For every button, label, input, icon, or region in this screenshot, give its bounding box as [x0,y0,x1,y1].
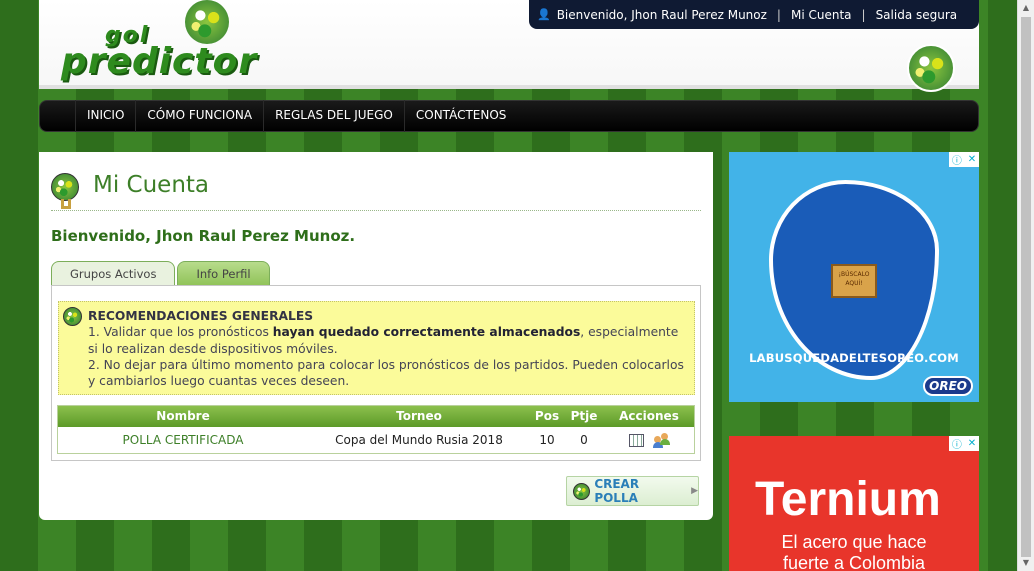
ternium-logo: Ternium [755,473,941,526]
scroll-up-icon[interactable]: ▲ [1018,0,1034,16]
my-account-link[interactable]: Mi Cuenta [791,8,852,22]
col-ptje: Ptje [570,409,598,423]
ad-url-text: LABUSQUEDADELTESOREO.COM [749,351,959,365]
notice-line1: 1. Validar que los pronósticos hayan que… [88,325,679,356]
scroll-down-icon[interactable]: ▼ [1018,555,1034,571]
ad-choices[interactable]: ⓘ ✕ [949,436,979,451]
separator: | [776,7,781,22]
page-title-row: Mi Cuenta [51,172,701,211]
col-torneo: Torneo [396,409,442,423]
close-icon[interactable]: ✕ [968,438,976,449]
group-pos: 10 [539,433,555,447]
user-icon: 👤 [537,8,551,21]
groups-table: Nombre Torneo Pos Ptje Acciones POLLA CE… [57,405,695,454]
nav-item-reglas[interactable]: REGLAS DEL JUEGO [263,100,404,132]
oreo-logo: OREO [923,376,973,396]
group-tournament: Copa del Mundo Rusia 2018 [335,433,503,447]
tab-grupos-activos[interactable]: Grupos Activos [51,261,176,286]
create-pool-label: CREAR POLLA [594,477,640,505]
ad-banner-ternium[interactable]: Ternium El acero que hace fuerte a Colom… [729,436,979,571]
col-acciones: Acciones [619,409,679,423]
ad-choices[interactable]: ⓘ ✕ [949,152,979,167]
logo-line2: predictor [61,40,258,82]
user-bar: 👤 Bienvenido, Jhon Raul Perez Munoz | Mi… [529,0,979,29]
ad-sign: ¡BÚSCALO AQUÍ! [831,264,877,298]
ad-banner-oreo[interactable]: ¡BÚSCALO AQUÍ! LABUSQUEDADELTESOREO.COM … [729,152,979,402]
page-title: Mi Cuenta [93,172,210,198]
soccer-ball-icon [63,307,82,326]
welcome-user-text: Bienvenido, Jhon Raul Perez Munoz [556,7,767,22]
users-icon[interactable] [652,432,670,448]
tabs: Grupos Activos Info Perfil [51,261,270,286]
nav-item-como-funciona[interactable]: CÓMO FUNCIONA [135,100,263,132]
site-logo[interactable]: gol predictor [61,25,258,82]
group-ptje: 0 [580,433,588,447]
create-pool-button[interactable]: CREAR POLLA ▶ [566,476,699,506]
main-content: Mi Cuenta Bienvenido, Jhon Raul Perez Mu… [39,152,713,520]
trophy-ball-icon [51,173,79,209]
calendar-icon[interactable] [628,433,644,447]
nav-item-contactenos[interactable]: CONTÁCTENOS [403,100,518,132]
page-scrollbar[interactable]: ▲ ▼ [1017,0,1034,571]
notice-title: RECOMENDACIONES GENERALES [88,309,314,323]
ad-tagline: El acero que hace fuerte a Colombia [781,532,927,571]
scrollbar-thumb[interactable] [1021,17,1031,557]
soccer-ball-icon [573,482,590,500]
header-ball-icon [907,44,955,92]
main-nav: INICIO CÓMO FUNCIONA REGLAS DEL JUEGO CO… [39,100,979,132]
tab-panel: RECOMENDACIONES GENERALES 1. Validar que… [51,285,701,461]
welcome-message: Bienvenido, Jhon Raul Perez Munoz. [51,227,356,245]
recommendations-notice: RECOMENDACIONES GENERALES 1. Validar que… [58,301,695,395]
table-header: Nombre Torneo Pos Ptje Acciones [58,406,694,427]
group-name-link[interactable]: POLLA CERTIFICADA [58,427,308,453]
notice-line2: 2. No dejar para último momento para col… [88,357,684,389]
logout-link[interactable]: Salida segura [876,8,958,22]
info-icon[interactable]: ⓘ [952,152,962,167]
info-icon[interactable]: ⓘ [952,436,962,451]
col-pos: Pos [534,409,560,423]
col-nombre: Nombre [156,409,210,423]
separator: | [861,7,866,22]
tab-info-perfil[interactable]: Info Perfil [177,261,270,286]
logo-ball-icon [185,0,229,44]
table-row: POLLA CERTIFICADA Copa del Mundo Rusia 2… [58,427,694,453]
close-icon[interactable]: ✕ [968,154,976,165]
row-actions [604,427,694,453]
nav-item-inicio[interactable]: INICIO [75,100,135,132]
chevron-right-icon: ▶ [691,486,698,496]
